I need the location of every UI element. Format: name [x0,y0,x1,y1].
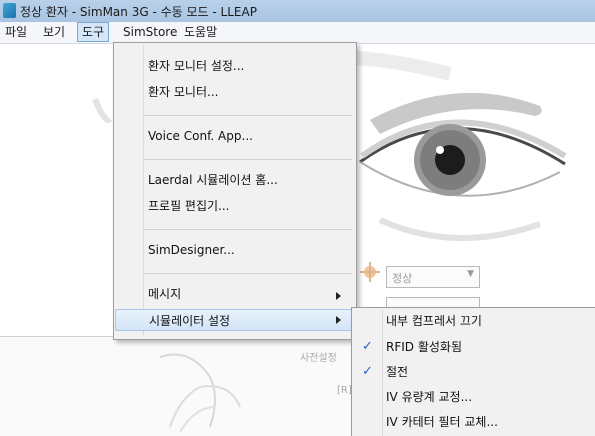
menu-item-simdesigner[interactable]: SimDesigner... [115,239,385,261]
menu-item-internal-compressor-off[interactable]: 내부 컴프레서 끄기 [353,310,595,332]
menu-separator [144,229,352,230]
preset-label: 사전설정 [300,353,337,364]
title-bar: 정상 환자 - SimMan 3G - 수동 모드 - LLEAP [0,0,595,23]
menu-item-profile-editor[interactable]: 프로필 편집기... [115,195,385,217]
airway-illustration [159,353,241,433]
menu-item-simulator-settings[interactable]: 시뮬레이터 설정 [115,309,353,331]
menu-item-messages[interactable]: 메시지 [115,283,385,305]
tools-menu: 환자 모니터 설정... 환자 모니터... Voice Conf. App..… [113,42,357,340]
state-dropdown-value: 정상 [392,272,413,285]
menu-bar: 파일 보기 도구 SimStore 도움말 [0,22,595,44]
menu-separator [144,159,352,160]
menu-simstore[interactable]: SimStore [119,23,181,41]
menu-item-iv-flowmeter-calibration[interactable]: IV 유량계 교정... [353,386,595,408]
menu-separator [144,273,352,274]
menu-help[interactable]: 도움말 [180,23,221,41]
menu-item-patient-monitor[interactable]: 환자 모니터... [115,81,385,103]
window-title: 정상 환자 - SimMan 3G - 수동 모드 - LLEAP [20,5,257,19]
state-dropdown[interactable]: 정상 ▼ [386,266,480,288]
simulator-settings-submenu: 내부 컴프레서 끄기 ✓ RFID 활성화됨 ✓ 절전 IV 유량계 교정...… [351,307,595,436]
state-indicator-icon [360,262,380,282]
menu-separator [144,115,352,116]
submenu-arrow-icon [336,292,341,300]
menu-tools[interactable]: 도구 [77,22,110,42]
menu-item-power-saving[interactable]: 절전 [353,361,595,383]
submenu-arrow-icon [336,316,341,324]
menu-item-laerdal-simulation-home[interactable]: Laerdal 시뮬레이션 홈... [115,169,385,191]
menu-item-voice-conf-app[interactable]: Voice Conf. App... [115,125,385,147]
app-icon [3,3,16,18]
menu-view[interactable]: 보기 [39,23,69,41]
r-label: [R] [337,385,352,396]
menu-file[interactable]: 파일 [1,23,31,41]
menu-item-rfid-enabled[interactable]: RFID 활성화됨 [353,336,595,358]
chevron-down-icon: ▼ [467,269,474,279]
menu-item-iv-catheter-filter-replace[interactable]: IV 카테터 필터 교체... [353,411,595,433]
menu-item-patient-monitor-settings[interactable]: 환자 모니터 설정... [115,55,385,77]
